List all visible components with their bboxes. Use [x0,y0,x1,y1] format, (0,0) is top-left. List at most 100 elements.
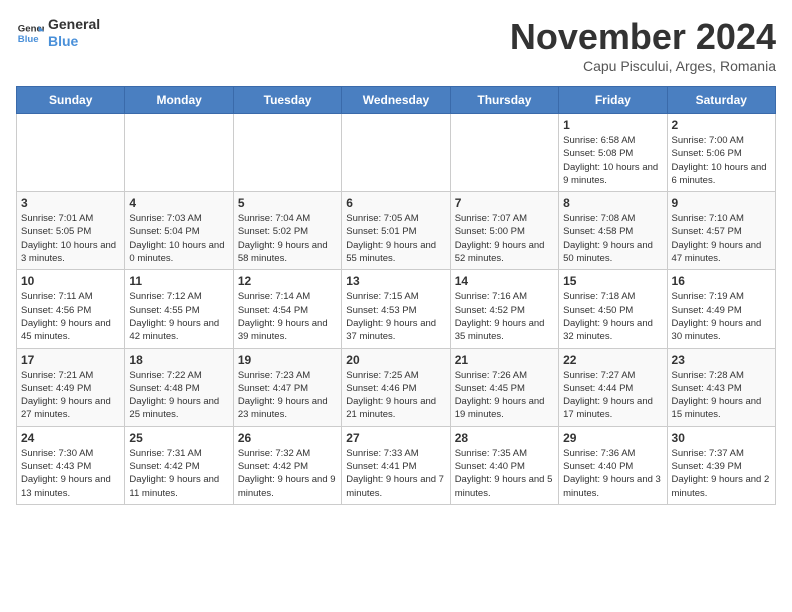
day-info: Sunrise: 7:01 AM Sunset: 5:05 PM Dayligh… [21,212,120,265]
calendar-cell: 22Sunrise: 7:27 AM Sunset: 4:44 PM Dayli… [559,348,667,426]
day-info: Sunrise: 7:03 AM Sunset: 5:04 PM Dayligh… [129,212,228,265]
calendar-cell: 11Sunrise: 7:12 AM Sunset: 4:55 PM Dayli… [125,270,233,348]
day-info: Sunrise: 7:00 AM Sunset: 5:06 PM Dayligh… [672,134,771,187]
week-row-1: 1 Sunrise: 6:58 AM Sunset: 5:08 PM Daylig… [17,114,776,192]
calendar-cell: 23 Sunrise: 7:28 AM Sunset: 4:43 PM Dayli… [667,348,775,426]
calendar-cell: 24Sunrise: 7:30 AM Sunset: 4:43 PM Dayli… [17,426,125,504]
day-info: Sunrise: 7:11 AM Sunset: 4:56 PM Dayligh… [21,290,120,343]
day-info: Sunrise: 7:26 AM Sunset: 4:45 PM Dayligh… [455,369,554,422]
title-area: November 2024 Capu Piscului, Arges, Roma… [510,16,776,74]
date-number: 24 [21,431,120,445]
date-number: 4 [129,196,228,210]
day-info: Sunrise: 7:25 AM Sunset: 4:46 PM Dayligh… [346,369,445,422]
day-info: Sunrise: 7:35 AM Sunset: 4:40 PM Dayligh… [455,447,554,500]
date-number: 25 [129,431,228,445]
calendar-cell: 10 Sunrise: 7:11 AM Sunset: 4:56 PM Dayli… [17,270,125,348]
calendar-cell: 12Sunrise: 7:14 AM Sunset: 4:54 PM Dayli… [233,270,341,348]
date-number: 1 [563,118,662,132]
calendar-cell: 20 Sunrise: 7:25 AM Sunset: 4:46 PM Dayli… [342,348,450,426]
date-number: 30 [672,431,771,445]
day-info: Sunrise: 7:28 AM Sunset: 4:43 PM Dayligh… [672,369,771,422]
calendar-cell: 14 Sunrise: 7:16 AM Sunset: 4:52 PM Dayli… [450,270,558,348]
date-number: 26 [238,431,337,445]
date-number: 9 [672,196,771,210]
day-header-saturday: Saturday [667,87,775,114]
day-info: Sunrise: 7:14 AM Sunset: 4:54 PM Dayligh… [238,290,337,343]
calendar-cell: 2 Sunrise: 7:00 AM Sunset: 5:06 PM Daylig… [667,114,775,192]
date-number: 20 [346,353,445,367]
week-row-5: 24Sunrise: 7:30 AM Sunset: 4:43 PM Dayli… [17,426,776,504]
subtitle: Capu Piscului, Arges, Romania [510,58,776,74]
calendar-cell: 15Sunrise: 7:18 AM Sunset: 4:50 PM Dayli… [559,270,667,348]
date-number: 22 [563,353,662,367]
date-number: 5 [238,196,337,210]
date-number: 7 [455,196,554,210]
calendar-cell: 26 Sunrise: 7:32 AM Sunset: 4:42 PM Dayli… [233,426,341,504]
calendar-cell [342,114,450,192]
calendar-cell: 17 Sunrise: 7:21 AM Sunset: 4:49 PM Dayli… [17,348,125,426]
day-info: Sunrise: 7:16 AM Sunset: 4:52 PM Dayligh… [455,290,554,343]
header: General Blue General Blue November 2024 … [16,16,776,74]
calendar-cell: 27 Sunrise: 7:33 AM Sunset: 4:41 PM Dayli… [342,426,450,504]
date-number: 28 [455,431,554,445]
day-info: Sunrise: 7:15 AM Sunset: 4:53 PM Dayligh… [346,290,445,343]
calendar-cell: 29 Sunrise: 7:36 AM Sunset: 4:40 PM Dayli… [559,426,667,504]
calendar-cell: 13 Sunrise: 7:15 AM Sunset: 4:53 PM Dayli… [342,270,450,348]
day-info: Sunrise: 6:58 AM Sunset: 5:08 PM Dayligh… [563,134,662,187]
date-number: 29 [563,431,662,445]
day-info: Sunrise: 7:23 AM Sunset: 4:47 PM Dayligh… [238,369,337,422]
calendar-cell: 6Sunrise: 7:05 AM Sunset: 5:01 PM Daylig… [342,192,450,270]
week-row-2: 3 Sunrise: 7:01 AM Sunset: 5:05 PM Daylig… [17,192,776,270]
calendar-cell: 9Sunrise: 7:10 AM Sunset: 4:57 PM Daylig… [667,192,775,270]
day-info: Sunrise: 7:33 AM Sunset: 4:41 PM Dayligh… [346,447,445,500]
day-header-row: SundayMondayTuesdayWednesdayThursdayFrid… [17,87,776,114]
week-row-4: 17 Sunrise: 7:21 AM Sunset: 4:49 PM Dayli… [17,348,776,426]
date-number: 8 [563,196,662,210]
date-number: 23 [672,353,771,367]
day-info: Sunrise: 7:31 AM Sunset: 4:42 PM Dayligh… [129,447,228,500]
calendar-cell: 28 Sunrise: 7:35 AM Sunset: 4:40 PM Dayli… [450,426,558,504]
day-header-wednesday: Wednesday [342,87,450,114]
date-number: 18 [129,353,228,367]
date-number: 13 [346,274,445,288]
logo: General Blue General Blue [16,16,100,50]
calendar-cell [450,114,558,192]
day-info: Sunrise: 7:04 AM Sunset: 5:02 PM Dayligh… [238,212,337,265]
logo-line1: General [48,16,100,33]
day-info: Sunrise: 7:18 AM Sunset: 4:50 PM Dayligh… [563,290,662,343]
date-number: 27 [346,431,445,445]
calendar-cell: 16Sunrise: 7:19 AM Sunset: 4:49 PM Dayli… [667,270,775,348]
calendar-cell [17,114,125,192]
calendar-cell: 3 Sunrise: 7:01 AM Sunset: 5:05 PM Daylig… [17,192,125,270]
calendar-cell [125,114,233,192]
date-number: 11 [129,274,228,288]
calendar-cell: 25 Sunrise: 7:31 AM Sunset: 4:42 PM Dayli… [125,426,233,504]
day-info: Sunrise: 7:32 AM Sunset: 4:42 PM Dayligh… [238,447,337,500]
week-row-3: 10 Sunrise: 7:11 AM Sunset: 4:56 PM Dayli… [17,270,776,348]
day-info: Sunrise: 7:05 AM Sunset: 5:01 PM Dayligh… [346,212,445,265]
calendar-cell: 8 Sunrise: 7:08 AM Sunset: 4:58 PM Daylig… [559,192,667,270]
day-header-friday: Friday [559,87,667,114]
calendar-cell: 18Sunrise: 7:22 AM Sunset: 4:48 PM Dayli… [125,348,233,426]
day-info: Sunrise: 7:08 AM Sunset: 4:58 PM Dayligh… [563,212,662,265]
date-number: 17 [21,353,120,367]
day-header-thursday: Thursday [450,87,558,114]
day-header-sunday: Sunday [17,87,125,114]
calendar-cell [233,114,341,192]
date-number: 21 [455,353,554,367]
date-number: 16 [672,274,771,288]
svg-text:Blue: Blue [18,34,39,45]
date-number: 2 [672,118,771,132]
date-number: 14 [455,274,554,288]
calendar-cell: 1 Sunrise: 6:58 AM Sunset: 5:08 PM Daylig… [559,114,667,192]
date-number: 3 [21,196,120,210]
date-number: 10 [21,274,120,288]
month-title: November 2024 [510,16,776,58]
day-info: Sunrise: 7:36 AM Sunset: 4:40 PM Dayligh… [563,447,662,500]
day-info: Sunrise: 7:07 AM Sunset: 5:00 PM Dayligh… [455,212,554,265]
day-info: Sunrise: 7:37 AM Sunset: 4:39 PM Dayligh… [672,447,771,500]
date-number: 19 [238,353,337,367]
calendar-cell: 19 Sunrise: 7:23 AM Sunset: 4:47 PM Dayli… [233,348,341,426]
day-header-tuesday: Tuesday [233,87,341,114]
day-info: Sunrise: 7:21 AM Sunset: 4:49 PM Dayligh… [21,369,120,422]
